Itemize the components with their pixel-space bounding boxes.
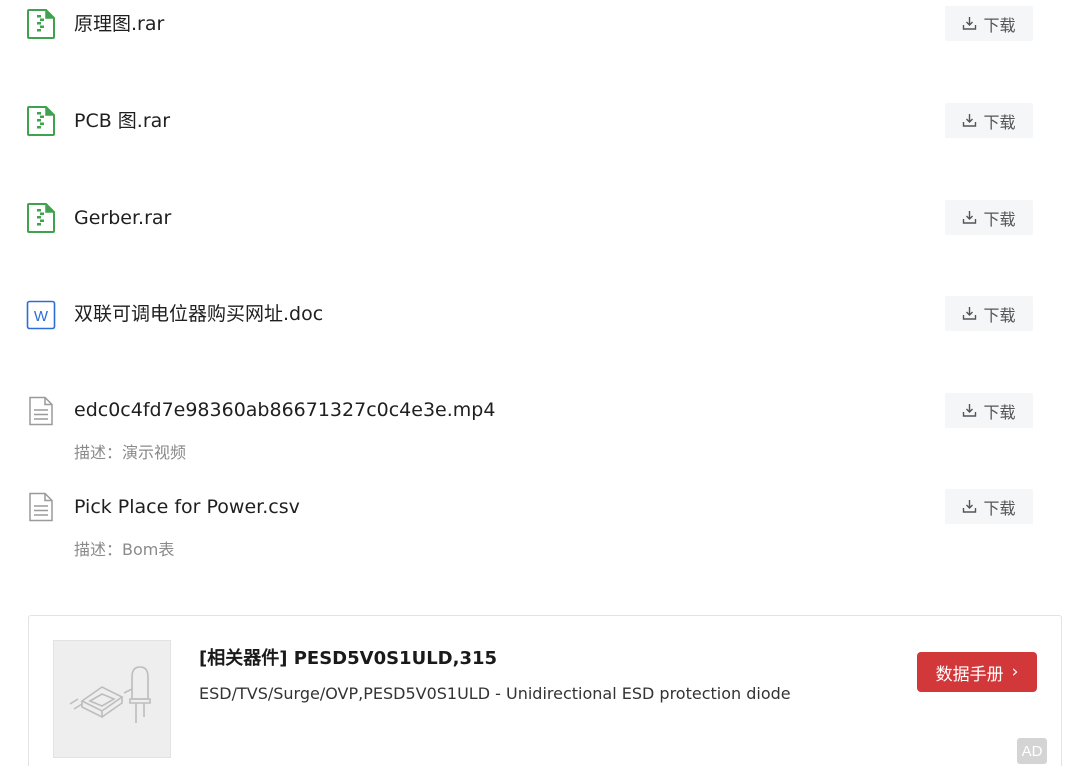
related-component-description: ESD/TVS/Surge/OVP,PESD5V0S1ULD - Unidire… xyxy=(199,684,791,703)
file-name[interactable]: 双联可调电位器购买网址.doc xyxy=(74,302,323,326)
download-icon xyxy=(963,17,977,30)
download-icon xyxy=(963,307,977,320)
related-component-card[interactable]: [相关器件] PESD5V0S1ULD,315 ESD/TVS/Surge/OV… xyxy=(28,615,1062,766)
related-component-title[interactable]: [相关器件] PESD5V0S1ULD,315 xyxy=(199,644,497,670)
download-button[interactable]: 下载 xyxy=(945,489,1033,524)
download-button[interactable]: 下载 xyxy=(945,393,1033,428)
chevron-right-icon: › xyxy=(1011,662,1019,682)
download-icon xyxy=(963,114,977,127)
file-name[interactable]: PCB 图.rar xyxy=(74,109,170,133)
download-icon xyxy=(963,404,977,417)
download-button[interactable]: 下载 xyxy=(945,103,1033,138)
datasheet-button[interactable]: 数据手册 › xyxy=(917,652,1037,692)
datasheet-button-label: 数据手册 xyxy=(935,664,1004,685)
word-file-icon: W xyxy=(26,300,56,330)
download-button[interactable]: 下载 xyxy=(945,6,1033,41)
zip-file-icon xyxy=(26,106,56,136)
file-name[interactable]: 原理图.rar xyxy=(74,12,164,36)
download-label: 下载 xyxy=(983,498,1016,518)
zip-file-icon xyxy=(26,9,56,39)
ad-badge: AD xyxy=(1017,738,1047,764)
file-description: 描述：演示视频 xyxy=(74,443,187,462)
download-label: 下载 xyxy=(983,305,1016,325)
file-name[interactable]: Pick Place for Power.csv xyxy=(74,495,300,519)
download-label: 下载 xyxy=(983,112,1016,132)
download-label: 下载 xyxy=(983,209,1016,229)
file-name[interactable]: edc0c4fd7e98360ab86671327c0c4e3e.mp4 xyxy=(74,398,495,422)
file-name[interactable]: Gerber.rar xyxy=(74,206,171,230)
document-file-icon xyxy=(26,396,56,426)
download-icon xyxy=(963,500,977,513)
download-label: 下载 xyxy=(983,402,1016,422)
svg-text:W: W xyxy=(34,308,49,325)
component-thumbnail[interactable] xyxy=(53,640,171,758)
zip-file-icon xyxy=(26,203,56,233)
document-file-icon xyxy=(26,492,56,522)
file-description: 描述：Bom表 xyxy=(74,540,175,559)
download-button[interactable]: 下载 xyxy=(945,296,1033,331)
download-icon xyxy=(963,211,977,224)
component-placeholder-icon xyxy=(69,666,151,723)
download-label: 下载 xyxy=(983,15,1016,35)
file-attachment-list-page: 原理图.rar 下载 PCB 图.rar 下载 Gerber.rar 下载 W … xyxy=(0,0,1080,766)
download-button[interactable]: 下载 xyxy=(945,200,1033,235)
